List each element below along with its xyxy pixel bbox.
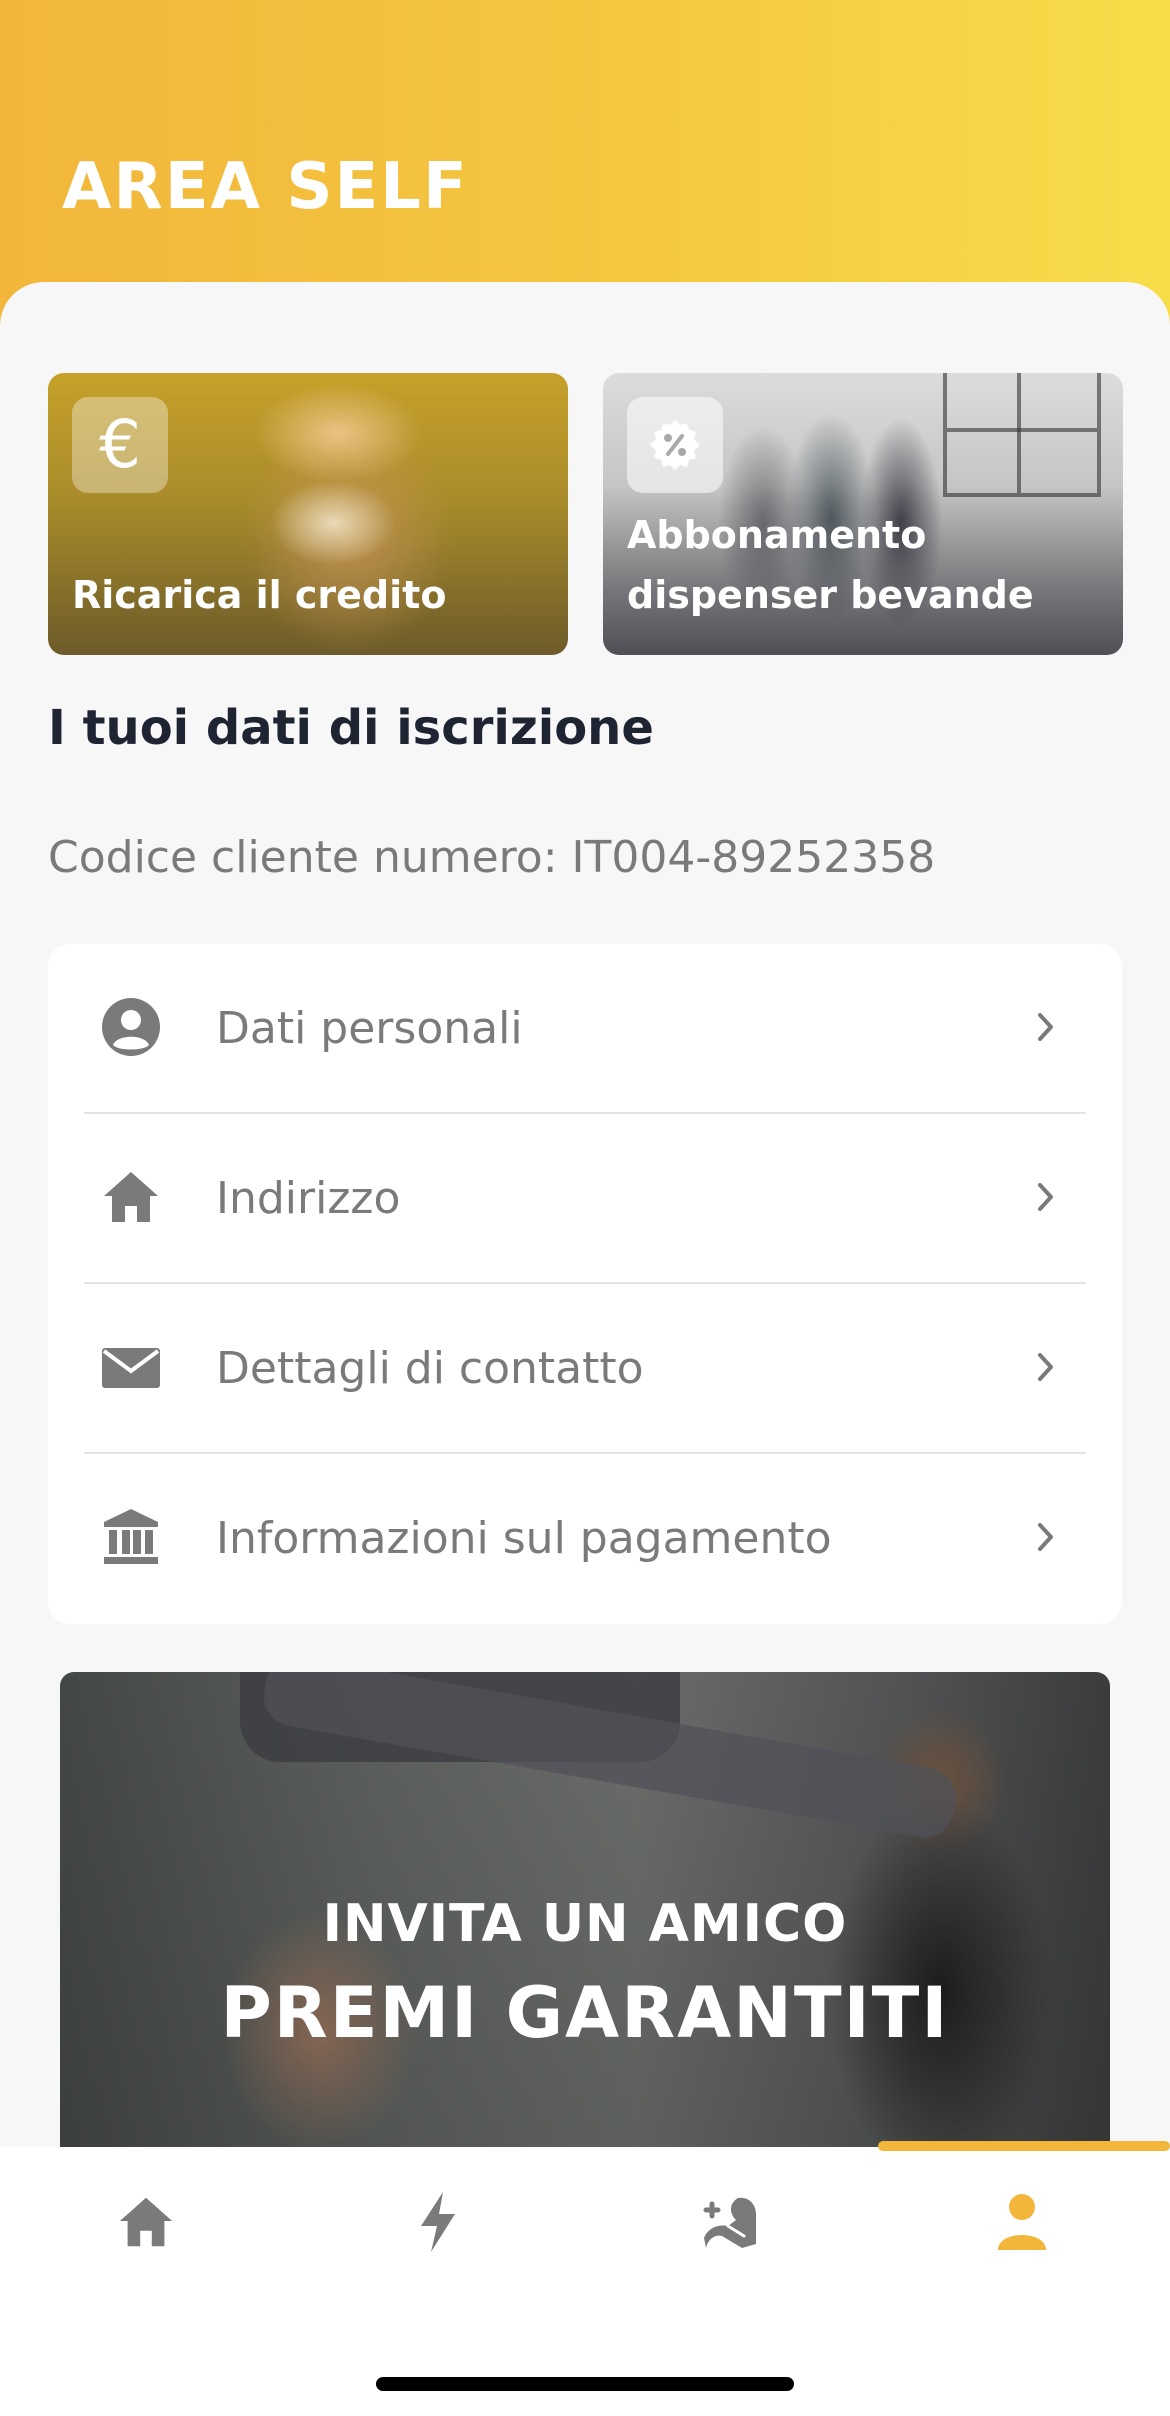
- client-code-value: IT004-89252358: [571, 832, 936, 883]
- home-icon: [119, 2197, 173, 2247]
- tab-home[interactable]: [0, 2182, 292, 2262]
- menu-item-contact-details[interactable]: Dettagli di contatto: [48, 1284, 1122, 1454]
- bank-icon: [104, 1509, 158, 1564]
- lightning-icon: [421, 2192, 455, 2252]
- menu-item-personal-data[interactable]: Dati personali: [48, 944, 1122, 1114]
- menu-item-payment-info[interactable]: Informazioni sul pagamento: [48, 1454, 1122, 1624]
- chevron-right-icon: [1038, 1013, 1053, 1041]
- tab-training[interactable]: [584, 2182, 876, 2262]
- menu-item-address[interactable]: Indirizzo: [48, 1114, 1122, 1284]
- menu-item-label: Indirizzo: [216, 1173, 401, 1224]
- promo-title: PREMI GARANTITI: [220, 1972, 950, 2054]
- discount-badge-icon: [627, 397, 723, 493]
- person-icon: [102, 998, 160, 1056]
- registration-menu: Dati personali Indirizzo Dettagli di con…: [48, 944, 1122, 1624]
- menu-item-label: Dettagli di contatto: [216, 1343, 644, 1394]
- home-indicator[interactable]: [376, 2377, 794, 2391]
- page-title: AREA SELF: [62, 150, 469, 224]
- home-icon: [104, 1172, 158, 1222]
- chevron-right-icon: [1038, 1353, 1053, 1381]
- chevron-right-icon: [1038, 1183, 1053, 1211]
- envelope-icon: [102, 1348, 160, 1388]
- menu-item-label: Informazioni sul pagamento: [216, 1513, 832, 1564]
- menu-item-label: Dati personali: [216, 1003, 523, 1054]
- euro-icon: €: [72, 397, 168, 493]
- drink-dispenser-label: Abbonamento dispenser bevande: [627, 513, 1034, 617]
- section-title: I tuoi dati di iscrizione: [48, 700, 654, 756]
- tab-activity[interactable]: [292, 2182, 584, 2262]
- chevron-right-icon: [1038, 1523, 1053, 1551]
- client-code-prefix: Codice cliente numero:: [48, 832, 558, 883]
- tab-profile[interactable]: [876, 2182, 1168, 2262]
- recharge-credit-label: Ricarica il credito: [72, 573, 447, 617]
- client-code: Codice cliente numero: IT004-89252358: [48, 832, 935, 883]
- recharge-credit-card[interactable]: € Ricarica il credito: [48, 373, 568, 655]
- person-icon: [998, 2194, 1046, 2250]
- invite-friend-banner[interactable]: INVITA UN AMICO PREMI GARANTITI: [60, 1672, 1110, 2192]
- drink-dispenser-subscription-card[interactable]: Abbonamento dispenser bevande: [603, 373, 1123, 655]
- window-background: [943, 373, 1101, 497]
- promo-subtitle: INVITA UN AMICO: [322, 1894, 848, 1954]
- header: AREA SELF: [0, 0, 1170, 330]
- active-tab-indicator: [878, 2141, 1170, 2151]
- muscle-plus-icon: [703, 2197, 756, 2248]
